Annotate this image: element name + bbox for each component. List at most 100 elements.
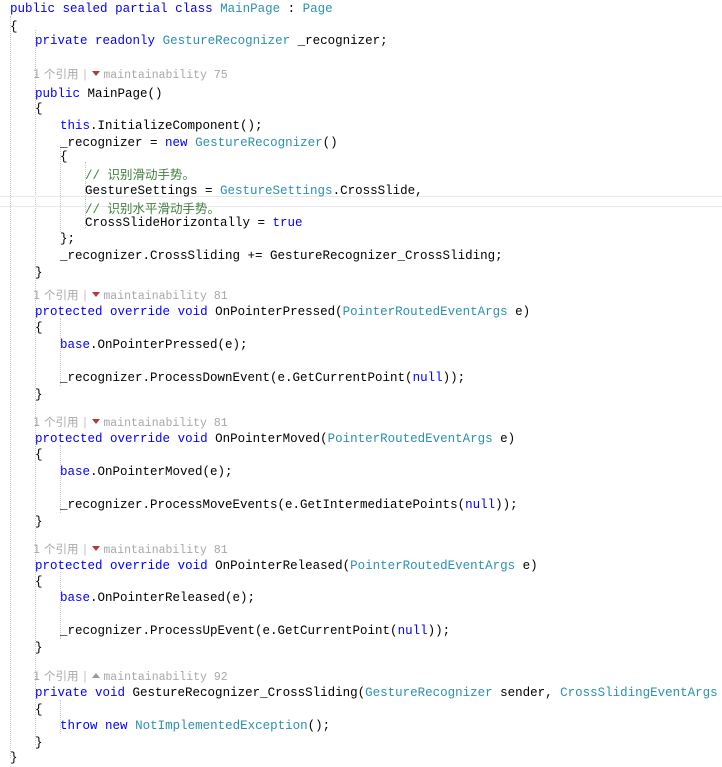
code-line[interactable]: } — [0, 750, 722, 767]
code-token: override — [110, 432, 171, 446]
code-token: { — [60, 150, 68, 164]
code-token: GestureRecognizer — [195, 136, 323, 150]
code-token: GestureRecognizer — [365, 686, 493, 700]
codelens-maintainability-value[interactable]: 92 — [214, 671, 228, 684]
code-line-text: { — [0, 20, 18, 34]
code-token: (); — [307, 719, 331, 733]
code-token: } — [35, 736, 43, 750]
codelens-maintainability-label[interactable]: maintainability — [103, 671, 207, 684]
code-token: OnPointerPressed( — [207, 305, 343, 319]
code-line-text: } — [0, 641, 43, 655]
code-token: base — [60, 591, 91, 605]
code-line-text: public sealed partial class MainPage : P… — [0, 2, 333, 16]
code-token: .OnPointerPressed(e); — [90, 338, 248, 352]
code-token: _recognizer.CrossSliding += GestureRecog… — [60, 249, 503, 263]
codelens-maintainability-label[interactable]: maintainability — [103, 290, 207, 303]
code-line[interactable]: GestureSettings = GestureSettings.CrossS… — [0, 183, 722, 200]
code-line[interactable]: _recognizer.ProcessUpEvent(e.GetCurrentP… — [0, 623, 722, 640]
code-line[interactable]: _recognizer.CrossSliding += GestureRecog… — [0, 248, 722, 265]
code-line-text: throw new NotImplementedException(); — [0, 719, 330, 733]
code-line[interactable]: // 识别滑动手势。 — [0, 166, 722, 183]
code-token: protected — [35, 305, 103, 319]
code-line[interactable]: { — [0, 320, 722, 337]
code-token: .OnPointerMoved(e); — [90, 465, 233, 479]
code-token: MainPage() — [80, 87, 163, 101]
code-line[interactable]: base.OnPointerReleased(e); — [0, 590, 722, 607]
code-line[interactable] — [0, 354, 722, 371]
code-line[interactable]: private void GestureRecognizer_CrossSlid… — [0, 685, 722, 702]
code-line[interactable]: { — [0, 574, 722, 591]
codelens-maintainability-value[interactable]: 81 — [214, 290, 228, 303]
codelens-references-link[interactable]: 1 个引用 — [33, 542, 78, 556]
codelens-adornment[interactable]: 1 个引用 | maintainability 92 — [33, 668, 228, 684]
code-line[interactable] — [0, 481, 722, 498]
code-line[interactable]: } — [0, 265, 722, 282]
codelens-maintainability-label[interactable]: maintainability — [103, 69, 207, 82]
codelens-references-link[interactable]: 1 个引用 — [33, 288, 78, 302]
code-line[interactable]: protected override void OnPointerPressed… — [0, 304, 722, 321]
code-line-text: _recognizer.CrossSliding += GestureRecog… — [0, 249, 503, 263]
code-line-text: _recognizer = new GestureRecognizer() — [0, 136, 338, 150]
codelens-references-link[interactable]: 1 个引用 — [33, 67, 78, 81]
code-token: _recognizer.ProcessUpEvent(e.GetCurrentP… — [60, 624, 398, 638]
code-token: void — [177, 305, 208, 319]
codelens-maintainability-value[interactable]: 81 — [214, 417, 228, 430]
codelens-adornment[interactable]: 1 个引用 | maintainability 75 — [33, 66, 228, 82]
code-line[interactable]: }; — [0, 231, 722, 248]
codelens-adornment[interactable]: 1 个引用 | maintainability 81 — [33, 287, 228, 303]
codelens-adornment[interactable]: 1 个引用 | maintainability 81 — [33, 541, 228, 557]
code-token: void — [95, 686, 126, 700]
code-line[interactable]: private readonly GestureRecognizer _reco… — [0, 33, 722, 50]
code-line-text: protected override void OnPointerMoved(P… — [0, 432, 515, 446]
code-line[interactable]: public sealed partial class MainPage : P… — [0, 1, 722, 18]
code-line[interactable] — [0, 607, 722, 624]
code-editor-pane[interactable]: public sealed partial class MainPage : P… — [0, 0, 722, 765]
codelens-adornment[interactable]: 1 个引用 | maintainability 81 — [33, 414, 228, 430]
code-line[interactable]: } — [0, 514, 722, 531]
code-token: public — [10, 2, 56, 16]
code-line[interactable]: CrossSlideHorizontally = true — [0, 215, 722, 232]
codelens-separator: | — [81, 544, 89, 557]
code-line-text: this.InitializeComponent(); — [0, 119, 263, 133]
maintainability-down-triangle-icon — [92, 419, 101, 425]
codelens-maintainability-value[interactable]: 81 — [214, 544, 228, 557]
code-line[interactable]: } — [0, 387, 722, 404]
codelens-maintainability-label[interactable]: maintainability — [103, 417, 207, 430]
code-line-text: CrossSlideHorizontally = true — [0, 216, 303, 230]
code-line[interactable]: { — [0, 149, 722, 166]
code-line[interactable]: base.OnPointerPressed(e); — [0, 337, 722, 354]
codelens-maintainability-label[interactable]: maintainability — [103, 544, 207, 557]
code-token: e) — [515, 559, 538, 573]
code-token: { — [35, 575, 43, 589]
code-token: void — [177, 559, 208, 573]
code-line[interactable]: { — [0, 101, 722, 118]
code-line[interactable]: base.OnPointerMoved(e); — [0, 464, 722, 481]
code-token: private — [35, 34, 88, 48]
code-line[interactable]: } — [0, 640, 722, 657]
codelens-references-link[interactable]: 1 个引用 — [33, 669, 78, 683]
code-line[interactable]: throw new NotImplementedException(); — [0, 718, 722, 735]
codelens-references-link[interactable]: 1 个引用 — [33, 415, 78, 429]
code-token: } — [35, 388, 43, 402]
codelens-maintainability-value[interactable]: 75 — [214, 69, 228, 82]
code-line[interactable]: protected override void OnPointerMoved(P… — [0, 431, 722, 448]
code-line-text: } — [0, 388, 43, 402]
code-token: )); — [442, 371, 466, 385]
code-line[interactable]: _recognizer.ProcessDownEvent(e.GetCurren… — [0, 370, 722, 387]
code-line[interactable]: _recognizer.ProcessMoveEvents(e.GetInter… — [0, 497, 722, 514]
code-line[interactable]: protected override void OnPointerRelease… — [0, 558, 722, 575]
code-line[interactable]: this.InitializeComponent(); — [0, 118, 722, 135]
code-line[interactable]: { — [0, 702, 722, 719]
code-line[interactable]: { — [0, 447, 722, 464]
code-token: )); — [427, 624, 451, 638]
